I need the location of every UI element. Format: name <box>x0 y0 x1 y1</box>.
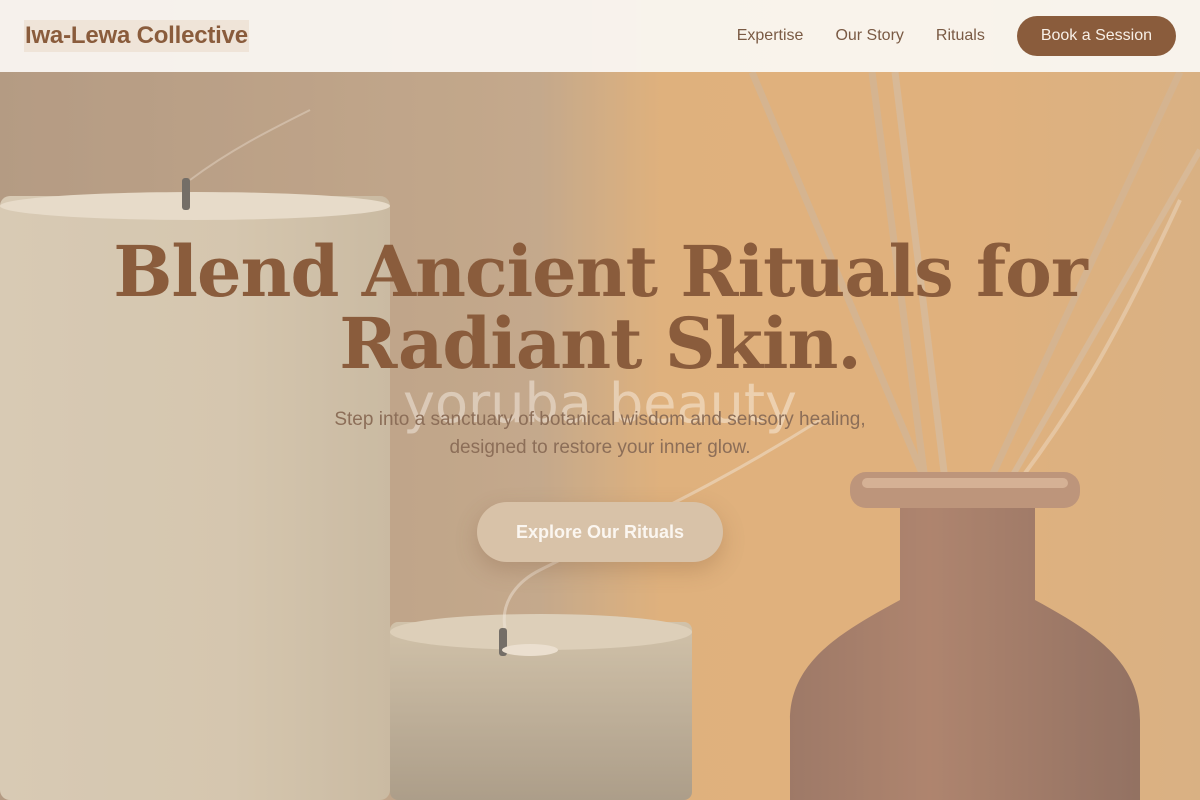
hero-subtitle: Step into a sanctuary of botanical wisdo… <box>0 406 1200 462</box>
nav-link-our-story[interactable]: Our Story <box>835 27 903 45</box>
hero-subtitle-line2: designed to restore your inner glow. <box>449 437 751 458</box>
hero-headline: Blend Ancient Rituals for Radiant Skin. <box>0 236 1200 380</box>
hero-headline-line2: Radiant Skin. <box>339 302 862 385</box>
book-session-button[interactable]: Book a Session <box>1016 16 1176 56</box>
explore-rituals-button[interactable]: Explore Our Rituals <box>477 502 723 562</box>
nav-link-rituals[interactable]: Rituals <box>936 27 985 45</box>
hero-headline-line1: Blend Ancient Rituals for <box>113 230 1087 313</box>
hero-section: yoruba beauty Blend Ancient Rituals for … <box>0 72 1200 800</box>
nav-link-expertise[interactable]: Expertise <box>737 27 804 45</box>
hero-subtitle-line1: Step into a sanctuary of botanical wisdo… <box>334 409 866 430</box>
site-header: Iwa-Lewa Collective Expertise Our Story … <box>0 0 1200 72</box>
main-nav: Expertise Our Story Rituals Book a Sessi… <box>737 16 1176 56</box>
brand-logo[interactable]: Iwa-Lewa Collective <box>24 20 249 52</box>
